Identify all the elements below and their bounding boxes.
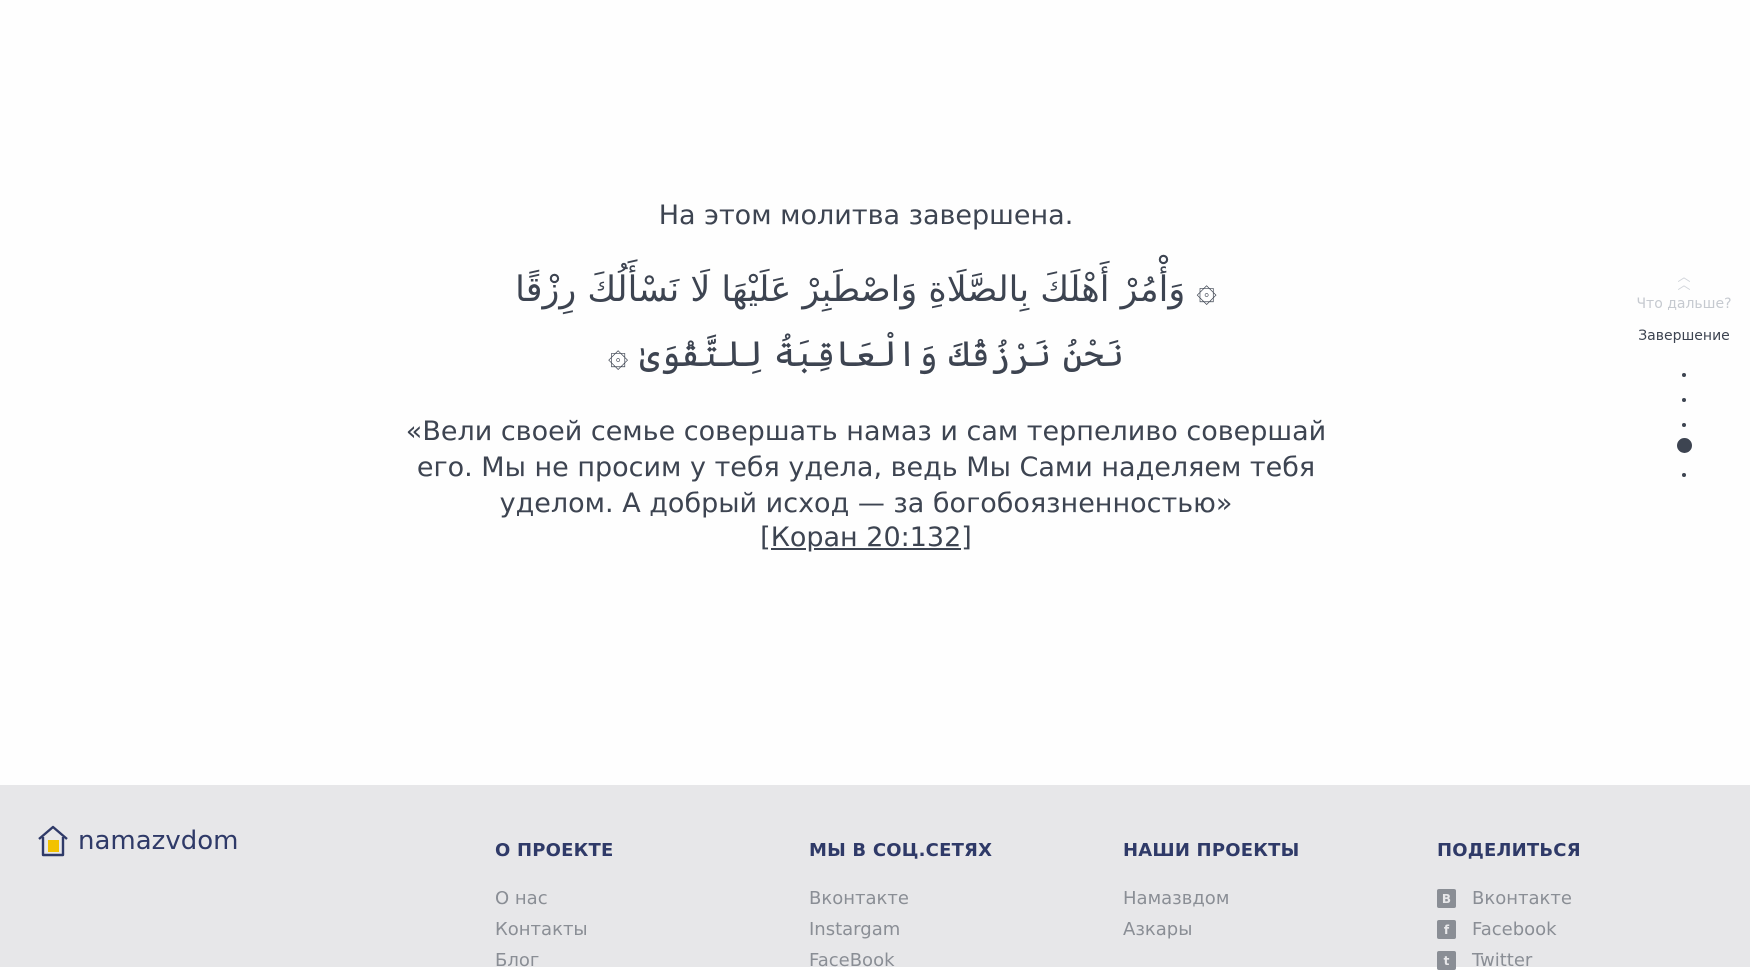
translation-line-2: его. Мы не просим у тебя удела, ведь Мы … <box>416 452 1316 483</box>
next-label: Что дальше? <box>1636 296 1732 312</box>
share-label: Twitter <box>1472 950 1533 971</box>
footer: namazvdom О ПРОЕКТЕ О нас Контакты Блог … <box>0 785 1750 971</box>
footer-col-share: ПОДЕЛИТЬСЯ B Вконтакте f Facebook t Twit… <box>1437 840 1581 976</box>
quran-reference-link[interactable]: [Коран 20:132] <box>0 522 1732 553</box>
footer-link-facebook[interactable]: FaceBook <box>809 945 992 976</box>
translation-line-1: «Вели своей семье совершать намаз и сам … <box>405 416 1327 447</box>
logo-text: namazvdom <box>78 826 239 856</box>
footer-col-title: НАШИ ПРОЕКТЫ <box>1123 840 1300 861</box>
current-section-label: Завершение <box>1638 328 1730 344</box>
completion-heading: На этом молитва завершена. <box>658 200 1074 231</box>
arabic-verse-line-1: ۞ وَأْمُرْ أَهْلَكَ بِالصَّلَاةِ وَاصْطَ… <box>515 270 1217 310</box>
footer-link-vkontakte[interactable]: Вконтакте <box>809 883 992 914</box>
nav-dot-1[interactable] <box>1620 368 1748 384</box>
facebook-icon: f <box>1437 920 1456 939</box>
nav-dot-3[interactable] <box>1620 418 1748 434</box>
share-vkontakte[interactable]: B Вконтакте <box>1437 883 1581 914</box>
verse-translation: «Вели своей семье совершать намаз и сам … <box>366 414 1366 522</box>
footer-link-contacts[interactable]: Контакты <box>495 914 614 945</box>
share-twitter[interactable]: t Twitter <box>1437 945 1581 976</box>
footer-link-instagram[interactable]: Instargam <box>809 914 992 945</box>
footer-link-about[interactable]: О нас <box>495 883 614 914</box>
footer-link-azkary[interactable]: Азкары <box>1123 914 1299 945</box>
main-content: На этом молитва завершена. ۞ وَأْمُرْ أَ… <box>0 0 1750 785</box>
nav-dot-4-active[interactable] <box>1620 438 1748 454</box>
footer-link-blog[interactable]: Блог <box>495 945 614 976</box>
footer-col-projects: НАШИ ПРОЕКТЫ Намазвдом Азкары <box>1123 840 1299 945</box>
arabic-verse-line-2: نَحْنُ نَرْزُقُكَ وَالْعَاقِبَةُ لِلتَّق… <box>607 335 1125 375</box>
twitter-icon: t <box>1437 951 1456 970</box>
share-label: Вконтакте <box>1472 888 1572 909</box>
site-logo[interactable]: namazvdom <box>36 823 238 859</box>
vk-icon: B <box>1437 889 1456 908</box>
chevron-up-icon[interactable]: ︿ ︿ <box>1620 271 1748 292</box>
nav-dot-5[interactable] <box>1620 468 1748 484</box>
nav-dot-2[interactable] <box>1620 393 1748 409</box>
footer-col-title: ПОДЕЛИТЬСЯ <box>1437 840 1581 861</box>
footer-col-title: МЫ В СОЦ.СЕТЯХ <box>809 840 993 861</box>
footer-col-title: О ПРОЕКТЕ <box>495 840 614 861</box>
footer-col-about: О ПРОЕКТЕ О нас Контакты Блог <box>495 840 614 976</box>
footer-link-namazvdom[interactable]: Намазвдом <box>1123 883 1299 914</box>
footer-col-social: МЫ В СОЦ.СЕТЯХ Вконтакте Instargam FaceB… <box>809 840 992 976</box>
house-logo-icon <box>38 825 68 857</box>
share-label: Facebook <box>1472 919 1557 940</box>
share-facebook[interactable]: f Facebook <box>1437 914 1581 945</box>
translation-line-3: уделом. А добрый исход — за богобоязненн… <box>499 488 1233 519</box>
